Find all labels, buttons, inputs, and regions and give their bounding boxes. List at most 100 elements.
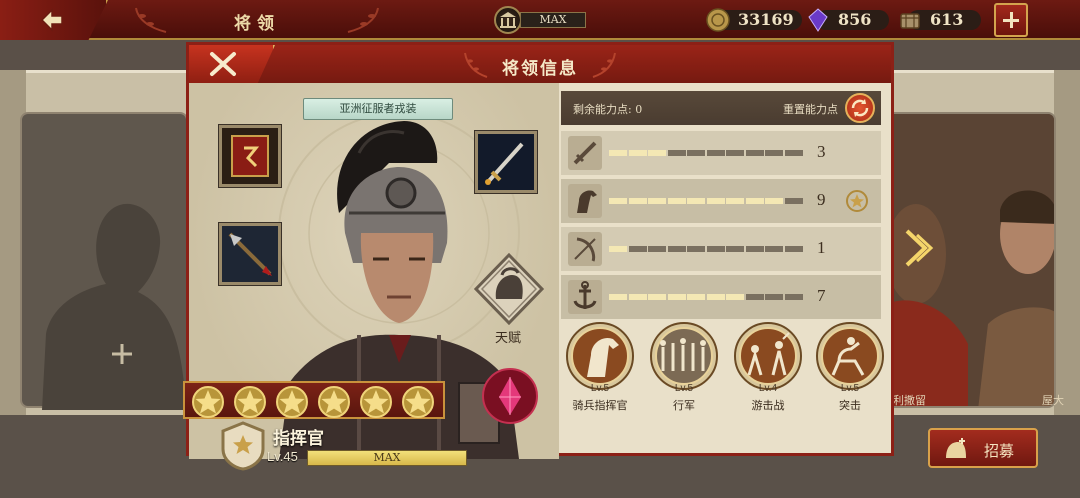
stat-bar-segment [648,246,666,252]
stat-bar-segment [765,198,783,204]
dialog-header: 将领信息 [189,45,891,83]
stat-row[interactable]: 7 [561,275,881,319]
close-icon [210,52,236,76]
stat-bar-segment [667,198,686,204]
cavalry-commander-icon [566,322,634,390]
stat-bar-segment [648,294,666,300]
laurel-right-icon [592,52,616,78]
empty-general-slot[interactable] [20,112,188,410]
top-bar: 将领 MAX 33169 856 613 [0,0,1080,40]
recruit-helmet-icon [946,438,966,458]
stat-bar-segment [648,150,666,156]
star-rating [183,381,445,419]
back-button[interactable] [0,0,108,40]
stat-value: 1 [817,238,826,257]
stat-row[interactable]: 3 [561,131,881,175]
stat-bar-segment [628,150,647,156]
next-arrow-icon[interactable] [903,229,935,267]
star-icon [402,386,434,418]
stat-bar-segment [628,294,647,300]
stat-bar-segment [706,150,725,156]
stat-bar-segment [609,246,627,252]
stat-bar-segment [667,294,686,300]
stat-bar-segment [745,294,764,300]
skill-name: 游击战 [751,399,785,412]
remaining-points-label: 剩余能力点: 0 [573,103,643,116]
stat-bar-segment [667,246,686,252]
stat-bar-segment [765,150,783,156]
stat-bar-segment [726,294,744,300]
stat-bar-segment [609,150,627,156]
general-name-label: 利撒留 [893,394,926,407]
equipment-slot-banner[interactable] [219,125,281,187]
silhouette-icon [42,203,186,410]
star-icon [276,386,308,418]
stat-bar-segment [726,198,744,204]
stat-bar-segment [745,198,764,204]
reset-points-button[interactable] [845,93,875,123]
laurel-left-icon [135,7,167,33]
ability-points-header: 剩余能力点: 0 重置能力点 [561,91,881,125]
stat-bar-segment [784,150,803,156]
stat-bar-segment [706,246,725,252]
general-info-dialog: 将领信息 亚洲征服者戎装 天赋 指挥官 Lv.45 MAX 剩余能力点: 0 重… [183,42,894,471]
skill-name: 突击 [839,399,861,412]
march-icon [650,322,718,390]
stat-value: 7 [817,286,826,305]
star-icon [192,386,224,418]
add-resource-button[interactable] [994,3,1028,37]
skill-level: Lv.5 [590,383,610,394]
purple-gem-icon [808,8,828,32]
recruit-button[interactable]: 招募 [928,428,1038,468]
stat-bar-segment [726,150,744,156]
stat-bar-segment [706,198,725,204]
page-title: 将领 [234,14,280,34]
pillar-right [1054,70,1080,415]
stat-bar-segment [726,246,744,252]
skill-level: Lv.5 [840,383,860,394]
bow-icon [568,232,602,266]
level-text: Lv.45 [267,449,298,464]
laurel-medal-icon [846,190,868,212]
stat-bar-segment [687,246,705,252]
skin-name-label[interactable]: 亚洲征服者戎装 [303,98,453,120]
general-portrait-area: 亚洲征服者戎装 天赋 指挥官 Lv.45 MAX [183,83,559,471]
star-icon [234,386,266,418]
stat-row[interactable]: 1 [561,227,881,271]
stat-value: 9 [817,190,826,209]
equipment-slot-sword[interactable] [475,131,537,193]
level-progress-bar: MAX [307,450,467,466]
temple-icon [500,12,516,28]
stat-bar-segment [765,294,783,300]
assault-icon [816,322,884,390]
stat-bar-segment [628,198,647,204]
rank-badge-icon [221,421,265,471]
coin-icon [706,8,730,32]
reset-points-label: 重置能力点 [783,103,838,116]
stat-bar-segment [745,246,764,252]
stat-row[interactable]: 9 [561,179,881,223]
skill-level: Lv.4 [758,383,778,394]
ruby-gem-icon[interactable] [481,367,539,425]
stat-bar-segment [706,294,725,300]
dialog-title: 将领信息 [502,59,578,79]
stat-bar-segment [667,150,686,156]
stat-bar-segment [765,246,783,252]
stat-bar-segment [609,294,627,300]
general-name-label: 屋大 [1042,394,1064,407]
stat-value: 3 [817,142,826,161]
back-arrow-icon [40,8,63,32]
stat-bar-segment [628,246,647,252]
equipment-slot-spear[interactable] [219,223,281,285]
building-icon[interactable] [494,6,522,34]
stat-bar-segment [784,294,803,300]
stat-bar-segment [687,198,705,204]
stat-bar-segment [745,150,764,156]
stat-bar-segment [609,198,627,204]
laurel-left-icon [464,52,488,78]
skill-name: 骑兵指挥官 [572,399,628,412]
horse-icon [568,184,602,218]
laurel-right-icon [347,7,379,33]
stat-bar-segment [784,198,803,204]
talent-helmet-icon[interactable] [474,253,544,325]
